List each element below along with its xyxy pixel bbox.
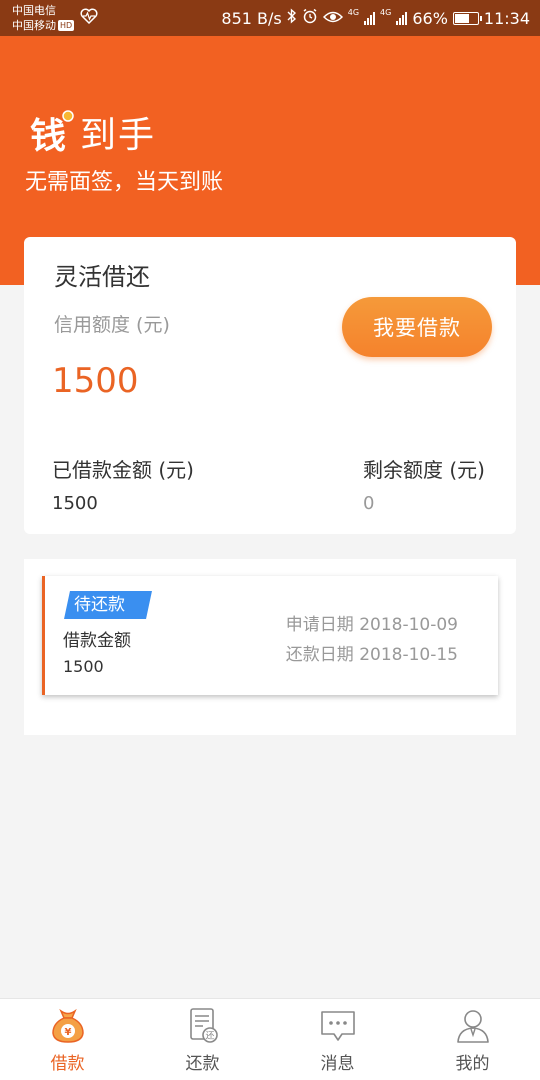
nav-label-repay: 还款 (185, 1054, 220, 1074)
loan-list: 待还款 借款金额 1500 申请日期 2018-10-09 还款日期 2018-… (24, 559, 516, 735)
carrier-2: 中国移动 (12, 19, 56, 32)
battery-percent: 66% (412, 8, 448, 28)
nav-label-borrow: 借款 (50, 1054, 85, 1074)
battery-fill (454, 13, 469, 23)
eye-icon (322, 9, 343, 28)
svg-text:还: 还 (205, 1030, 214, 1042)
nav-item-messages[interactable]: 消息 (270, 999, 405, 1080)
borrowed-amount-section: 已借款金额 (元) 1500 (52, 454, 194, 514)
carrier-info: 中国电信 中国移动 HD (12, 3, 75, 33)
network-type-2: 4G (380, 8, 392, 17)
credit-limit-amount: 1500 (52, 361, 139, 401)
status-right: 851 B/s 4G 4G 66% 11:34 (221, 0, 530, 36)
app-name: 到手 (80, 115, 157, 156)
alarm-icon (302, 8, 318, 28)
bluetooth-icon (287, 8, 297, 28)
money-bag-icon: ¥ (48, 1005, 88, 1045)
bottom-nav: ¥ 借款 还 还款 消息 我的 (0, 998, 540, 1080)
remaining-limit-section: 剩余额度 (元) 0 (363, 454, 485, 514)
loan-amount-label: 借款金额 (63, 631, 131, 651)
nav-label-messages: 消息 (320, 1054, 355, 1074)
borrow-button[interactable]: 我要借款 (342, 297, 492, 357)
nav-item-borrow[interactable]: ¥ 借款 (0, 999, 135, 1080)
loan-amount-value: 1500 (63, 657, 104, 676)
credit-limit-label: 信用额度 (元) (54, 314, 170, 336)
remaining-limit-value: 0 (363, 493, 375, 514)
loan-status-text: 待还款 (74, 595, 125, 615)
message-icon (318, 1005, 358, 1045)
status-bar: 中国电信 中国移动 HD 851 B/s 4G 4G 66% 11:34 (0, 0, 540, 36)
logo-char: 钱 (30, 116, 66, 154)
remaining-limit-label: 剩余额度 (元) (363, 458, 485, 482)
profile-icon (453, 1005, 493, 1045)
loan-status-badge: 待还款 (64, 591, 152, 619)
carrier-1: 中国电信 (12, 4, 56, 17)
card-title: 灵活借还 (54, 263, 150, 291)
nav-item-profile[interactable]: 我的 (405, 999, 540, 1080)
signal-icon-2 (396, 11, 408, 25)
health-icon (80, 8, 98, 28)
loan-record-card[interactable]: 待还款 借款金额 1500 申请日期 2018-10-09 还款日期 2018-… (42, 576, 498, 695)
clock: 11:34 (483, 8, 530, 28)
repay-document-icon: 还 (183, 1005, 223, 1045)
app-logo: 钱 到手 (30, 106, 156, 158)
repay-date: 还款日期 2018-10-15 (285, 645, 458, 665)
borrowed-amount-label: 已借款金额 (元) (52, 458, 194, 482)
hd-badge: HD (58, 20, 75, 31)
battery-icon (452, 11, 482, 25)
nav-label-profile: 我的 (455, 1054, 490, 1074)
money-logo-icon: 钱 (30, 110, 74, 157)
credit-card: 灵活借还 信用额度 (元) 1500 我要借款 已借款金额 (元) 1500 剩… (24, 237, 516, 534)
slogan: 无需面签，当天到账 (25, 170, 224, 195)
signal-icon-1 (364, 11, 376, 25)
network-type-1: 4G (347, 8, 360, 17)
svg-text:¥: ¥ (64, 1027, 71, 1038)
net-speed: 851 B/s (221, 8, 282, 28)
nav-item-repay[interactable]: 还 还款 (135, 999, 270, 1080)
apply-date: 申请日期 2018-10-09 (285, 615, 458, 635)
borrowed-amount-value: 1500 (52, 493, 98, 514)
